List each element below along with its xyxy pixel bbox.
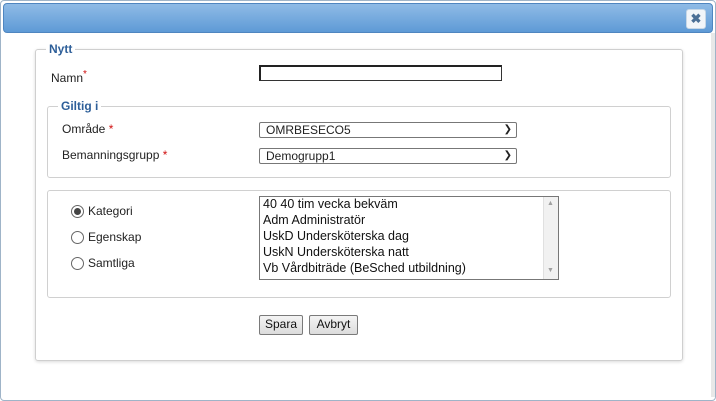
- close-icon[interactable]: ✖: [686, 9, 706, 29]
- arrow-up-icon[interactable]: ▲: [547, 200, 554, 207]
- list-item[interactable]: UskD Undersköterska dag: [260, 229, 558, 245]
- area-select[interactable]: OMRBESECO5 ❯: [259, 122, 517, 138]
- radio-button[interactable]: [71, 231, 84, 244]
- name-input[interactable]: [259, 65, 502, 81]
- name-label: Namn*: [51, 69, 87, 85]
- save-button[interactable]: Spara: [259, 315, 303, 335]
- list-item[interactable]: Adm Administratör: [260, 213, 558, 229]
- dialog: ✖ Nytt Namn* Giltig i Område * OMRBESECO…: [0, 0, 716, 401]
- required-mark: *: [108, 122, 114, 136]
- radio-label: Kategori: [88, 204, 133, 218]
- dialog-titlebar[interactable]: ✖: [3, 3, 713, 33]
- radio-button-checked[interactable]: [71, 205, 84, 218]
- area-label-text: Område: [62, 122, 106, 136]
- listbox-scrollbar[interactable]: ▲ ▼: [543, 197, 558, 279]
- list-item[interactable]: Vb Vårdbiträde (BeSched utbildning): [260, 261, 558, 277]
- staffing-label-text: Bemanningsgrupp: [62, 148, 160, 162]
- staffing-label: Bemanningsgrupp *: [62, 148, 167, 162]
- name-label-text: Namn: [51, 71, 84, 85]
- radio-button[interactable]: [71, 257, 84, 270]
- list-item[interactable]: 40 40 tim vecka bekväm: [260, 197, 558, 213]
- validity-legend: Giltig i: [58, 99, 102, 113]
- page-scrollbar[interactable]: [711, 33, 715, 397]
- category-listbox[interactable]: 40 40 tim vecka bekväm Adm Administratör…: [259, 196, 559, 280]
- chevron-down-icon: ❯: [503, 150, 512, 161]
- radio-label: Samtliga: [88, 256, 135, 270]
- required-mark: *: [83, 69, 87, 80]
- staffing-select-value: Demogrupp1: [266, 149, 336, 163]
- chevron-down-icon: ❯: [503, 124, 512, 135]
- staffing-select[interactable]: Demogrupp1 ❯: [259, 148, 517, 164]
- list-item[interactable]: UskN Undersköterska natt: [260, 245, 558, 261]
- area-label: Område *: [62, 122, 113, 136]
- form-legend: Nytt: [46, 42, 76, 56]
- cancel-button[interactable]: Avbryt: [309, 315, 358, 335]
- validity-group: [47, 106, 671, 178]
- radio-label: Egenskap: [88, 230, 142, 244]
- area-select-value: OMRBESECO5: [266, 123, 351, 137]
- arrow-down-icon[interactable]: ▼: [547, 267, 554, 274]
- required-mark: *: [162, 148, 168, 162]
